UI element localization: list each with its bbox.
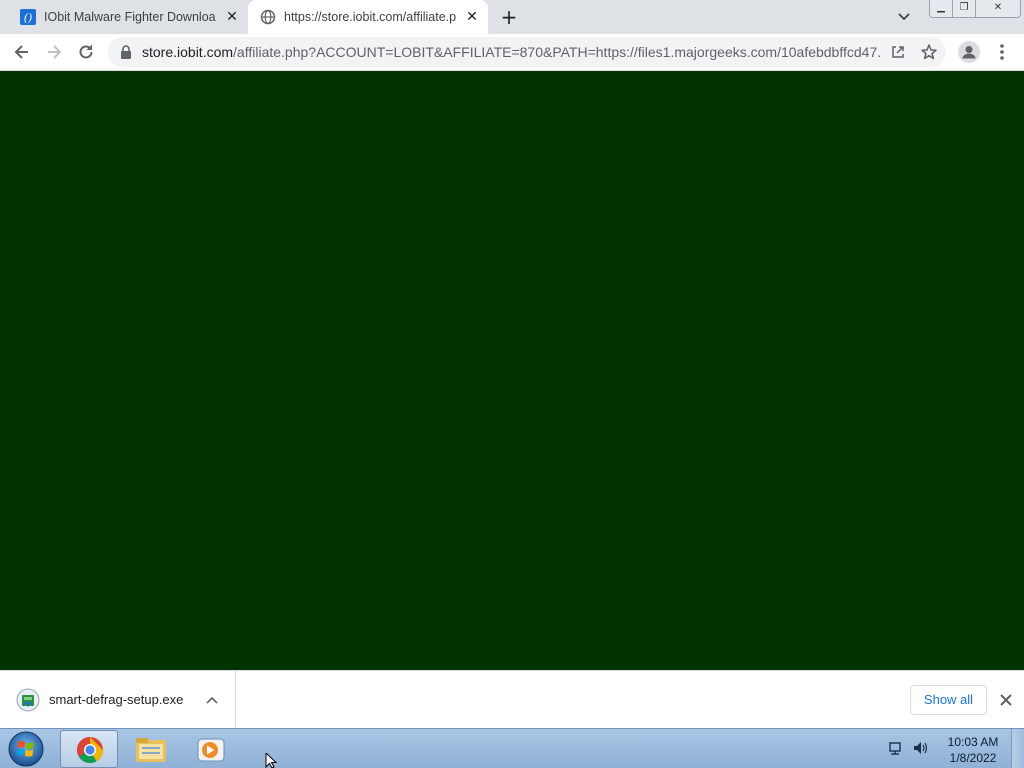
download-item[interactable]: smart-defrag-setup.exe [0,671,236,728]
tab-title: IObit Malware Fighter Download [44,10,216,24]
address-bar[interactable]: store.iobit.com/affiliate.php?ACCOUNT=LO… [108,37,946,67]
person-icon [962,46,976,59]
url-text[interactable]: store.iobit.com/affiliate.php?ACCOUNT=LO… [142,44,882,60]
show-all-downloads-button[interactable]: Show all [910,685,987,715]
new-tab-button[interactable]: + [498,7,520,27]
download-filename: smart-defrag-setup.exe [49,692,184,707]
media-player-icon [197,738,225,762]
network-icon[interactable] [889,742,901,755]
page-content [0,71,1024,670]
url-path: /affiliate.php?ACCOUNT=LOBIT&AFFILIATE=8… [233,44,882,60]
windows-start-icon[interactable] [6,730,46,768]
clock-date: 1/8/2022 [949,751,997,765]
mouse-cursor-icon [265,753,278,768]
taskbar-explorer[interactable] [122,730,180,768]
back-arrow-icon[interactable] [12,42,32,62]
more-menu-icon[interactable] [994,42,1010,62]
tab-iobit-malware-fighter[interactable]: () IObit Malware Fighter Download ✕ [8,0,245,34]
taskbar-clock[interactable]: 10:03 AM 1/8/2022 [940,734,1006,766]
windows-taskbar: 10:03 AM 1/8/2022 [0,728,1024,768]
close-tab-icon[interactable]: ✕ [464,9,480,25]
bookmark-star-icon[interactable] [920,43,938,61]
taskbar-media-player[interactable] [182,730,240,768]
minimize-button[interactable]: ▁ [929,0,953,18]
folder-icon [136,738,166,762]
show-desktop-button[interactable] [1011,729,1024,768]
globe-icon [260,9,276,25]
share-icon[interactable] [890,44,906,60]
close-icon[interactable] [998,692,1014,708]
taskbar-chrome[interactable] [60,730,118,768]
tab-store-iobit[interactable]: https://store.iobit.com/affiliate.php ✕ [248,0,488,34]
browser-toolbar: store.iobit.com/affiliate.php?ACCOUNT=LO… [0,34,1024,71]
clock-time: 10:03 AM [947,735,999,749]
restore-button[interactable]: ❐ [952,0,976,18]
profile-avatar[interactable] [958,41,980,63]
chevron-down-icon[interactable] [896,9,912,25]
lock-icon[interactable] [120,45,132,59]
system-tray [889,742,928,755]
tab-strip: () IObit Malware Fighter Download ✕ http… [0,0,1024,34]
reload-icon[interactable] [76,42,96,62]
chevron-up-icon[interactable] [205,693,219,707]
url-host: store.iobit.com [142,44,234,60]
download-shelf: smart-defrag-setup.exe Show all [0,670,1024,728]
iobit-icon: () [20,9,36,25]
volume-icon[interactable] [914,742,928,754]
svg-text:(): () [24,12,33,25]
chrome-icon [76,736,104,764]
installer-file-icon [16,688,40,712]
close-tab-icon[interactable]: ✕ [224,9,240,25]
tab-title: https://store.iobit.com/affiliate.php [284,10,456,24]
close-window-button[interactable]: ✕ [975,0,1021,18]
forward-arrow-icon[interactable] [44,42,64,62]
